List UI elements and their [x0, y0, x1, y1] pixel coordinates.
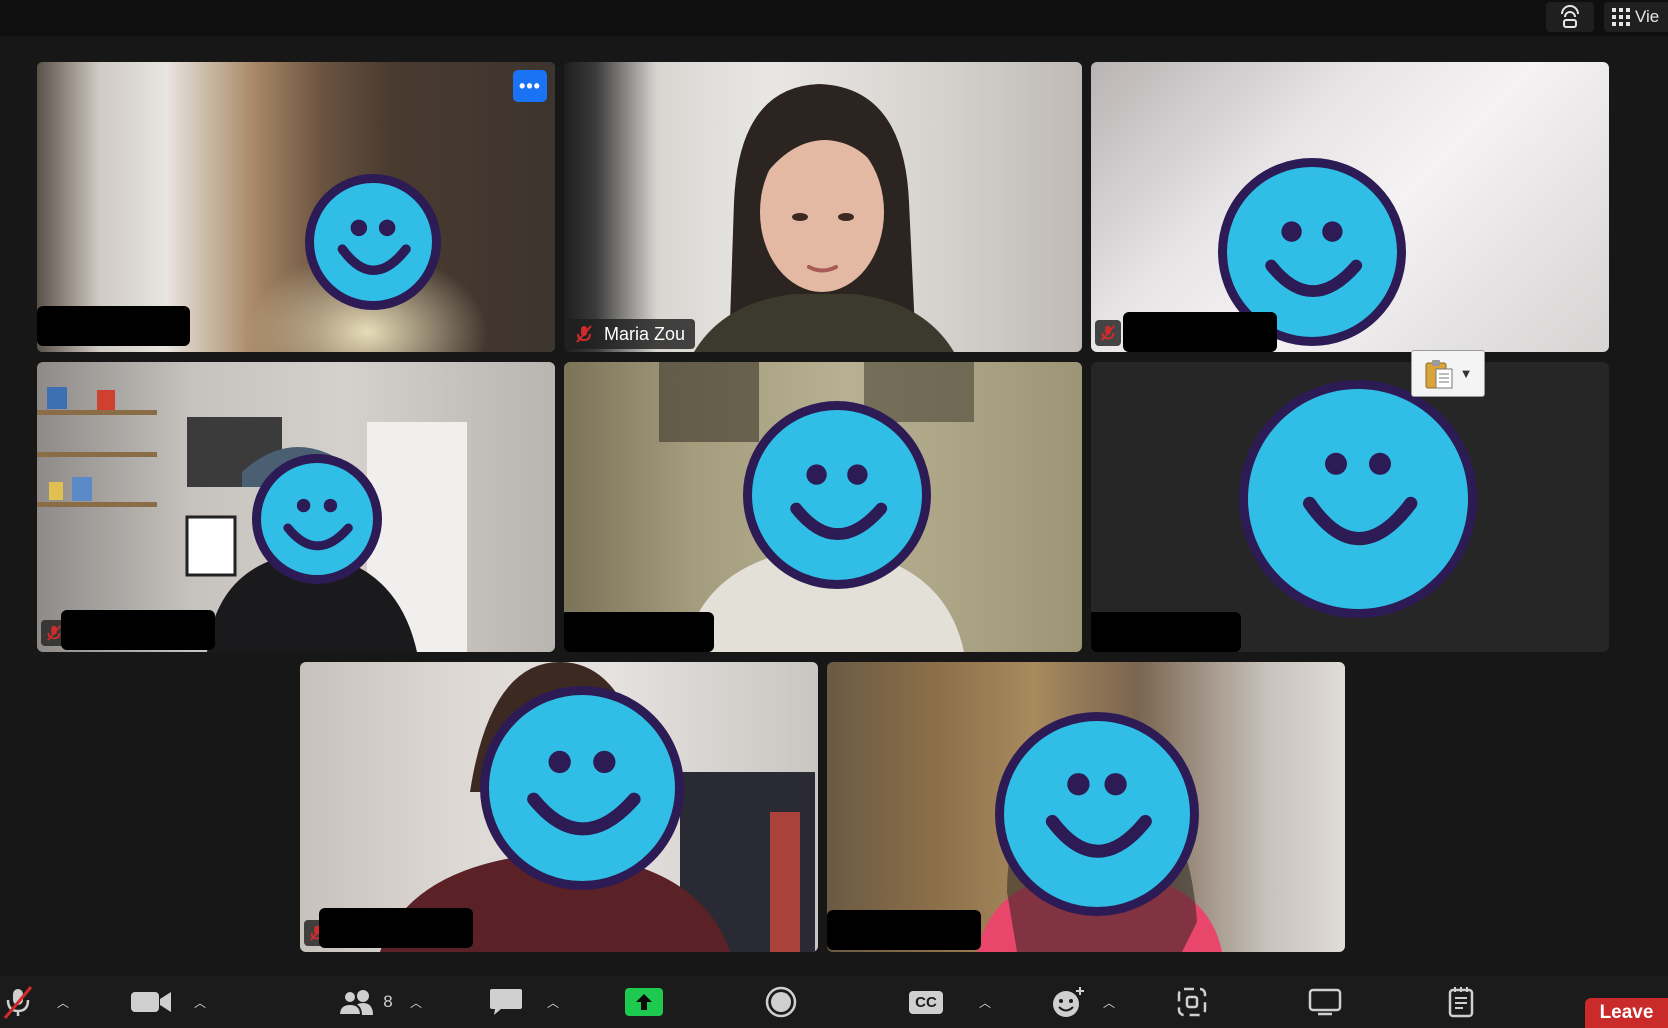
avatar-smiley [252, 454, 382, 584]
cc-options-caret[interactable]: ︿ [974, 976, 996, 1028]
apps-icon [1177, 987, 1207, 1017]
name-redaction [1123, 312, 1277, 352]
video-tile-1[interactable]: ••• [37, 62, 555, 352]
paste-options-popup[interactable]: ▼ [1411, 350, 1485, 397]
participant-name-label: Maria Zou [568, 319, 696, 349]
chat-button[interactable] [486, 976, 526, 1028]
participants-button[interactable]: 8 [334, 976, 396, 1028]
whiteboard-icon [1308, 988, 1342, 1016]
participants-icon [338, 990, 374, 1016]
immersive-button[interactable] [1546, 2, 1594, 32]
mic-muted-icon [3, 986, 33, 1019]
video-options-caret[interactable]: ︿ [189, 976, 211, 1028]
video-tile-3[interactable] [1091, 62, 1609, 352]
name-redaction [61, 610, 215, 650]
avatar-smiley [995, 712, 1199, 916]
video-tile-5[interactable] [564, 362, 1082, 652]
whiteboard-button[interactable] [1305, 976, 1345, 1028]
reactions-button[interactable] [1050, 976, 1088, 1028]
mute-indicator [1095, 320, 1121, 346]
video-tile-7[interactable] [300, 662, 818, 952]
video-tile-8[interactable] [827, 662, 1345, 952]
tile-more-options-button[interactable]: ••• [513, 70, 547, 102]
name-redaction [37, 306, 190, 346]
mic-muted-icon [576, 325, 592, 343]
meeting-toolbar: ︿ ︿ 8 ︿ ︿ CC ︿ ︿ [0, 976, 1668, 1028]
avatar-smiley [1239, 380, 1477, 618]
participants-options-caret[interactable]: ︿ [405, 976, 427, 1028]
participant-video [694, 84, 954, 352]
chat-options-caret[interactable]: ︿ [542, 976, 564, 1028]
record-icon [765, 986, 797, 1018]
leave-button[interactable]: Leave [1585, 998, 1668, 1028]
clipboard-icon [1425, 359, 1453, 388]
record-button[interactable] [762, 976, 800, 1028]
view-label: Vie [1635, 7, 1660, 26]
cc-icon: CC [909, 990, 943, 1014]
reactions-options-caret[interactable]: ︿ [1098, 976, 1120, 1028]
notes-button[interactable] [1443, 976, 1479, 1028]
avatar-smiley [305, 174, 441, 310]
closed-caption-button[interactable]: CC [906, 976, 946, 1028]
view-button[interactable]: Vie [1604, 2, 1668, 32]
share-screen-icon [625, 988, 663, 1016]
video-button[interactable] [126, 976, 176, 1028]
mute-button[interactable] [0, 976, 36, 1028]
audio-options-caret[interactable]: ︿ [52, 976, 74, 1028]
video-camera-icon [131, 992, 171, 1012]
name-redaction [1091, 612, 1241, 652]
notes-icon [1448, 987, 1474, 1018]
cc-label: CC [915, 993, 937, 1011]
grid-view-icon [1612, 8, 1630, 26]
mic-muted-icon [1101, 325, 1115, 341]
reactions-icon [1053, 987, 1084, 1017]
immersive-icon [1561, 5, 1579, 28]
chat-bubble-icon [490, 989, 522, 1015]
avatar-smiley [743, 401, 931, 589]
apps-button[interactable] [1174, 976, 1210, 1028]
avatar-smiley [480, 686, 684, 890]
participants-count: 8 [383, 992, 393, 1011]
dropdown-arrow-icon[interactable]: ▼ [1460, 366, 1473, 381]
name-redaction [827, 910, 981, 950]
participant-name: Maria Zou [604, 323, 686, 344]
video-tile-2[interactable]: Maria Zou [564, 62, 1082, 352]
name-redaction [564, 612, 714, 652]
name-redaction [319, 908, 473, 948]
share-screen-button[interactable] [624, 976, 664, 1028]
video-tile-6[interactable] [1091, 362, 1609, 652]
video-tile-4[interactable] [37, 362, 555, 652]
top-bar: Vie [0, 0, 1668, 36]
